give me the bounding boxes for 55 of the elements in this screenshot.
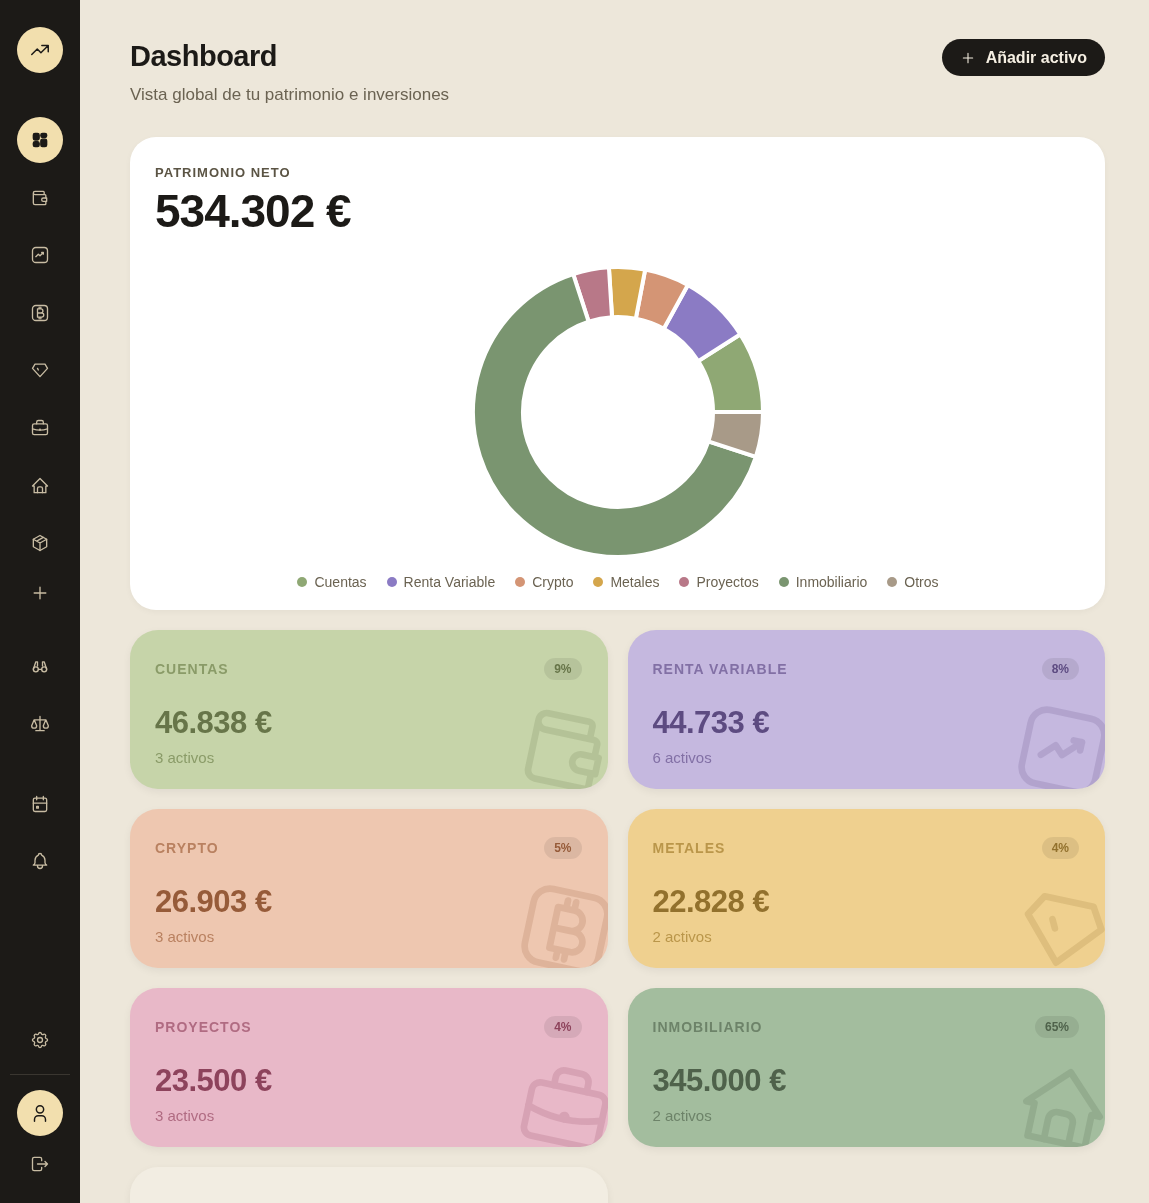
legend-label: Cuentas xyxy=(314,574,367,590)
category-value: 46.838 € xyxy=(155,705,273,741)
category-value: 44.733 € xyxy=(652,705,771,741)
percent-badge: 8% xyxy=(1041,658,1079,680)
bitcoin-icon xyxy=(30,302,50,323)
logout-icon xyxy=(30,1154,50,1174)
percent-badge: 4% xyxy=(544,1016,582,1038)
page-title: Dashboard xyxy=(130,40,278,73)
category-card[interactable]: RENTA VARIABLE 8% 44.733 € 6 activos xyxy=(627,630,1105,789)
percent-badge: 9% xyxy=(544,658,582,680)
category-title: PROYECTOS xyxy=(155,1019,252,1035)
settings-icon xyxy=(30,1030,50,1050)
asset-count: 2 activos xyxy=(652,928,713,945)
net-worth-label: PATRIMONIO NETO xyxy=(155,165,292,180)
legend-label: Crypto xyxy=(532,574,574,590)
bell-icon xyxy=(30,851,50,872)
category-value: 22.828 € xyxy=(652,884,771,920)
category-card[interactable]: CRYPTO 5% 26.903 € 3 activos xyxy=(130,809,608,968)
page-subtitle: Vista global de tu patrimonio e inversiones xyxy=(130,85,450,105)
category-title: INMOBILIARIO xyxy=(652,1019,763,1035)
asset-count: 2 activos xyxy=(652,1107,713,1124)
legend-label: Inmobiliario xyxy=(795,574,868,590)
legend-label: Metales xyxy=(610,574,660,590)
category-card[interactable]: INMOBILIARIO 65% 345.000 € 2 activos xyxy=(627,988,1105,1147)
category-card[interactable]: METALES 4% 22.828 € 2 activos xyxy=(627,809,1105,968)
home-icon xyxy=(30,475,50,496)
net-worth-value: 534.302 € xyxy=(155,184,352,238)
category-card[interactable]: PROYECTOS 4% 23.500 € 3 activos xyxy=(130,988,608,1147)
category-value: 26.903 € xyxy=(155,884,273,920)
percent-badge: 65% xyxy=(1034,1016,1079,1038)
calendar-icon xyxy=(30,793,50,814)
dashboard-icon xyxy=(30,130,50,150)
legend-label: Proyectos xyxy=(696,574,759,590)
nav-button[interactable] xyxy=(17,117,63,163)
category-value: 345.000 € xyxy=(652,1063,787,1099)
category-title: RENTA VARIABLE xyxy=(652,661,788,677)
percent-badge: 5% xyxy=(544,837,582,859)
legend-label: Renta Variable xyxy=(403,574,496,590)
asset-count: 3 activos xyxy=(155,1107,216,1124)
chart-icon xyxy=(30,245,50,266)
asset-count: 6 activos xyxy=(652,749,713,766)
percent-badge: 4% xyxy=(1041,837,1079,859)
asset-count: 3 activos xyxy=(155,749,216,766)
asset-count: 3 activos xyxy=(155,928,216,945)
category-value: 23.500 € xyxy=(155,1063,273,1099)
category-title: METALES xyxy=(652,840,726,856)
category-title: CRYPTO xyxy=(155,840,219,856)
avatar[interactable] xyxy=(17,1090,63,1136)
category-title: CUENTAS xyxy=(155,661,229,677)
scale-icon xyxy=(30,713,50,734)
category-card[interactable]: CUENTAS 9% 46.838 € 3 activos xyxy=(130,630,608,789)
legend-label: Otros xyxy=(904,574,939,590)
box-icon xyxy=(30,533,50,554)
briefcase-icon xyxy=(30,417,50,438)
add-asset-button[interactable]: Añadir activo xyxy=(941,39,1105,76)
